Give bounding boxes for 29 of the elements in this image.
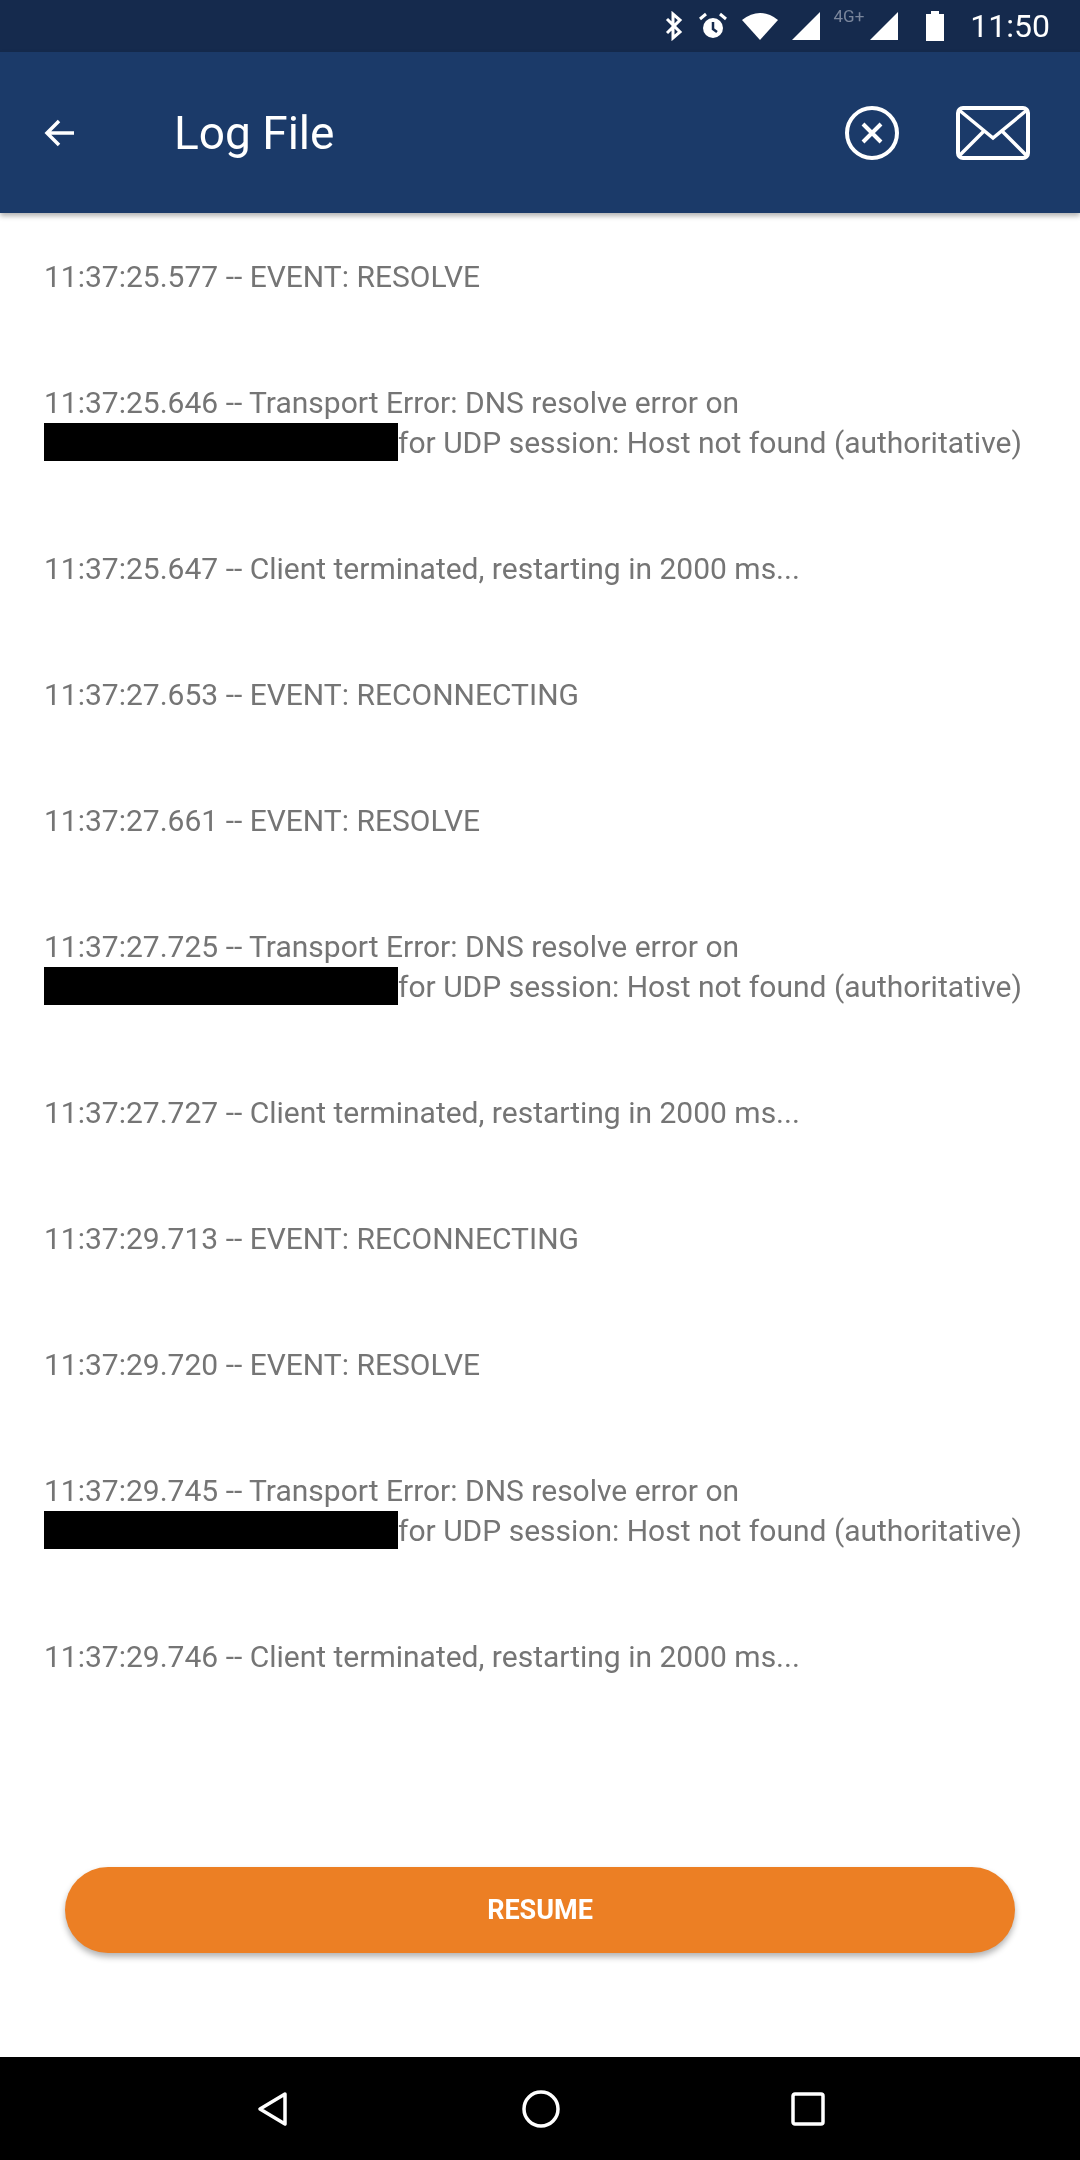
clear-icon[interactable]	[844, 104, 900, 161]
wifi-icon	[741, 12, 778, 40]
log-entry: 11:37:27.727 -- Client terminated, restarting in 2000 ms...	[44, 1094, 801, 1132]
bluetooth-icon	[663, 11, 684, 41]
log-entry: for UDP session: Host not found (authoritative)	[398, 425, 1022, 460]
log-entry: for UDP session: Host not found (authoritative)	[398, 969, 1022, 1004]
battery-icon	[926, 11, 945, 41]
log-entry: 11:37:29.745 -- Transport Error: DNS resolve error on	[44, 1473, 740, 1508]
screen-title: Log File	[174, 105, 336, 160]
log-entry: for UDP session: Host not found (authoritative)	[398, 1513, 1022, 1548]
mail-icon[interactable]	[956, 105, 1030, 160]
home-icon[interactable]	[521, 2088, 561, 2129]
log-entry: 11:37:27.653 -- EVENT: RECONNECTING	[44, 676, 580, 714]
signal-icon	[870, 12, 899, 40]
log-entry: 11:37:29.746 -- Client terminated, restarting in 2000 ms...	[44, 1638, 801, 1676]
signal-icon	[791, 12, 820, 40]
log-entry: 11:37:27.661 -- EVENT: RESOLVE	[44, 802, 482, 840]
log-entry: 11:37:27.725 -- Transport Error: DNS resolve error on	[44, 929, 740, 964]
clock: 11:50	[970, 7, 1050, 45]
recents-icon[interactable]	[791, 2091, 825, 2126]
log-entry: 11:37:29.713 -- EVENT: RECONNECTING	[44, 1220, 580, 1258]
log-entry: 11:37:25.647 -- Client terminated, restarting in 2000 ms...	[44, 550, 801, 588]
log-entry: 11:37:25.646 -- Transport Error: DNS resolve error on	[44, 385, 740, 420]
resume-button[interactable]: RESUME	[65, 1867, 1015, 1953]
back-arrow-icon[interactable]	[44, 118, 76, 147]
alarm-icon	[697, 11, 728, 41]
network-type: 4G+	[833, 6, 865, 26]
log-entry: 11:37:25.577 -- EVENT: RESOLVE	[44, 258, 482, 296]
log-entry: 11:37:29.720 -- EVENT: RESOLVE	[44, 1346, 482, 1384]
